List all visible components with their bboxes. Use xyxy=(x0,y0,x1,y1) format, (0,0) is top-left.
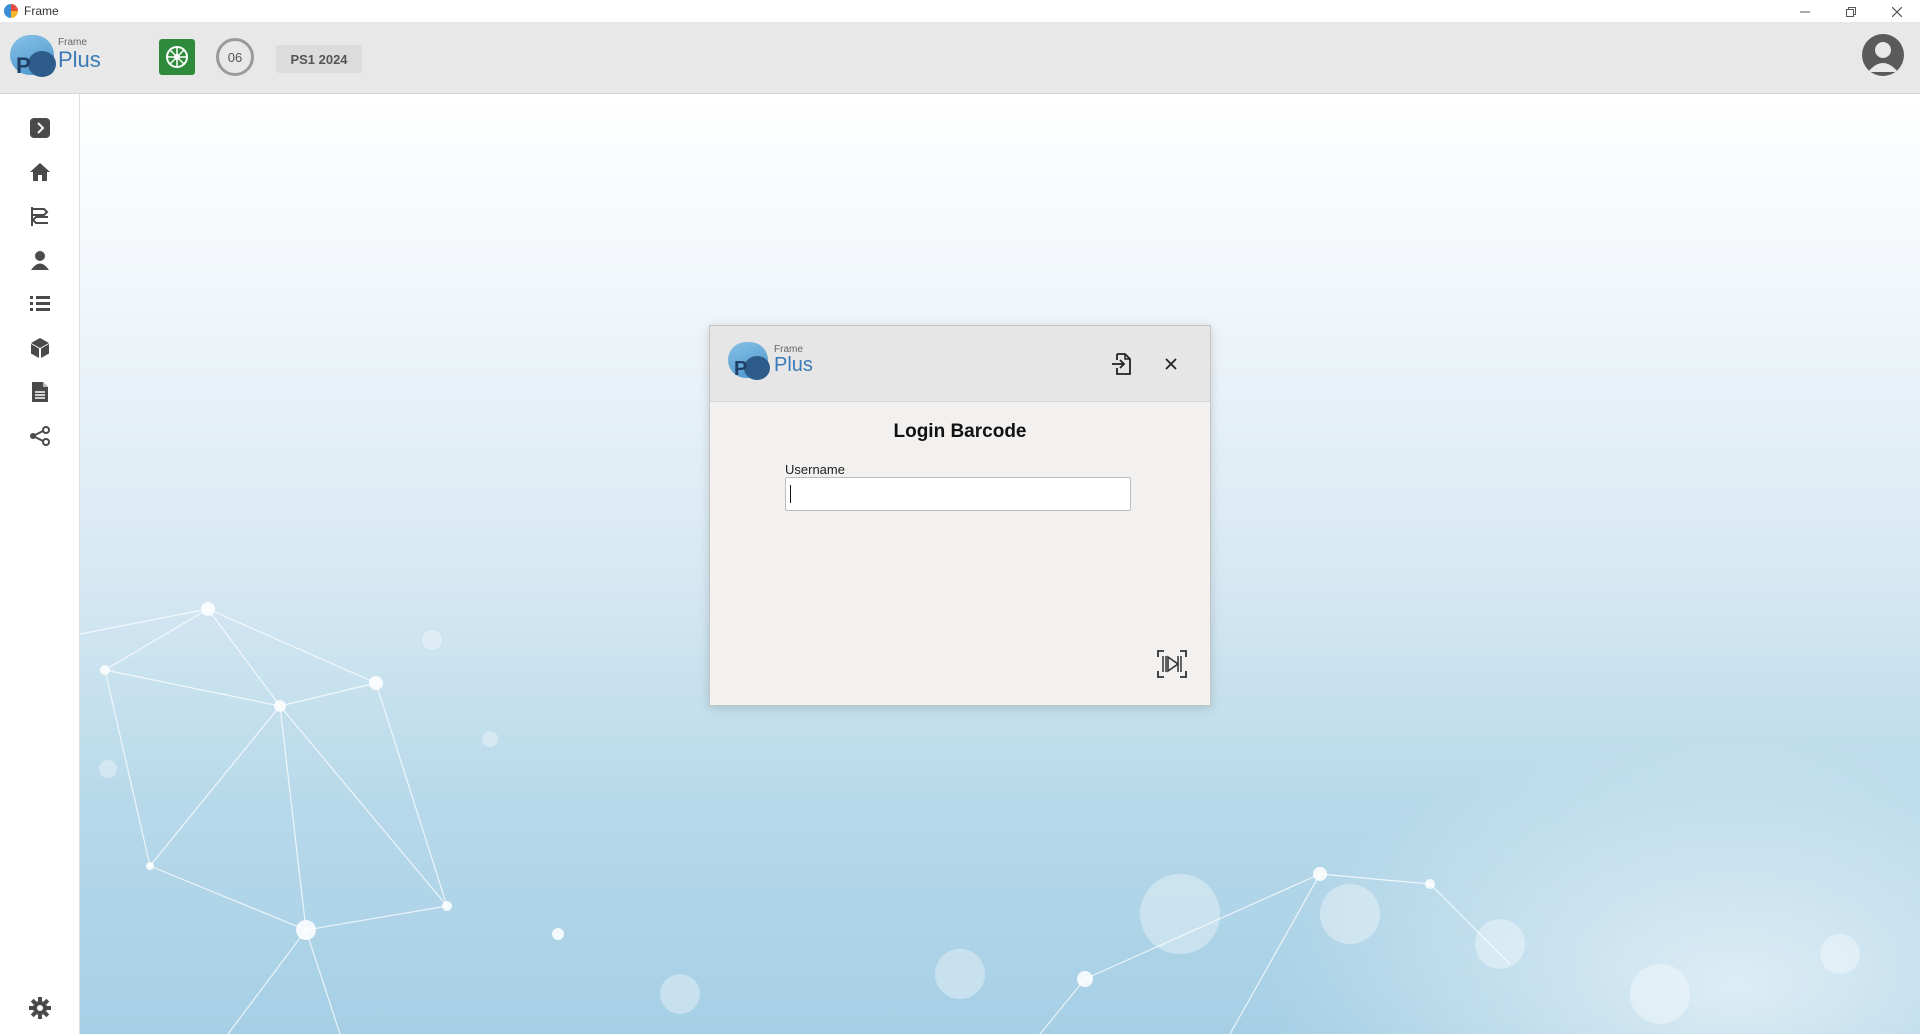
sidebar-item-list[interactable] xyxy=(26,290,54,318)
settings-button[interactable] xyxy=(26,994,54,1022)
sidebar-item-products[interactable] xyxy=(26,334,54,362)
username-label: Username xyxy=(785,462,845,477)
app-header: P Frame Plus 06 PS1 2024 xyxy=(0,23,1920,94)
dialog-header: P Frame Plus xyxy=(710,326,1210,402)
window-title-bar: Frame xyxy=(0,0,1920,23)
logo-bubble-dark xyxy=(744,356,770,380)
login-submit-button[interactable] xyxy=(1108,351,1134,377)
season-badge[interactable]: PS1 2024 xyxy=(276,45,362,73)
sidebar-item-documents[interactable] xyxy=(26,378,54,406)
logo-large-text: Plus xyxy=(774,354,813,376)
dialog-close-button[interactable] xyxy=(1158,351,1184,377)
home-icon xyxy=(30,163,50,181)
minimize-button[interactable] xyxy=(1782,0,1828,23)
window-controls xyxy=(1782,0,1920,23)
logo-letter: P xyxy=(734,358,748,380)
logo-bubble-dark xyxy=(28,51,56,77)
sidebar-item-routing[interactable] xyxy=(26,202,54,230)
user-avatar-button[interactable] xyxy=(1862,34,1904,76)
status-badge[interactable] xyxy=(159,39,195,75)
barcode-scan-button[interactable] xyxy=(1156,648,1188,680)
restore-icon xyxy=(1846,6,1856,17)
dharma-wheel-icon xyxy=(166,46,188,68)
logo-large-text: Plus xyxy=(58,47,101,72)
counter-indicator[interactable]: 06 xyxy=(216,38,254,76)
document-icon xyxy=(32,382,48,402)
box-icon xyxy=(31,338,49,358)
close-icon xyxy=(1892,6,1902,17)
close-icon xyxy=(1165,358,1177,370)
user-icon xyxy=(31,251,49,270)
login-dialog: P Frame Plus Login Barcode Username xyxy=(709,325,1211,706)
list-icon xyxy=(30,296,50,311)
sidebar-item-share[interactable] xyxy=(26,422,54,450)
text-caret xyxy=(790,485,791,503)
restore-button[interactable] xyxy=(1828,0,1874,23)
window-title: Frame xyxy=(24,4,59,18)
chevron-right-icon xyxy=(30,118,50,138)
minimize-icon xyxy=(1800,11,1810,12)
login-icon xyxy=(1112,353,1131,375)
frame-plus-logo[interactable]: P Frame Plus xyxy=(10,33,120,83)
sidebar-item-home[interactable] xyxy=(26,158,54,186)
share-icon xyxy=(30,426,50,446)
sidebar-item-expand[interactable] xyxy=(26,114,54,142)
window-close-button[interactable] xyxy=(1874,0,1920,23)
barcode-scan-icon xyxy=(1157,650,1187,678)
dialog-title: Login Barcode xyxy=(893,421,1027,442)
username-input[interactable] xyxy=(785,477,1131,511)
logo-letter: P xyxy=(16,53,31,78)
app-icon xyxy=(4,4,18,18)
gear-icon xyxy=(29,997,51,1019)
route-icon xyxy=(31,207,49,226)
dialog-logo: P Frame Plus xyxy=(728,340,828,386)
sidebar xyxy=(0,94,80,1034)
sidebar-item-operator[interactable] xyxy=(26,246,54,274)
user-avatar-icon xyxy=(1868,42,1898,72)
